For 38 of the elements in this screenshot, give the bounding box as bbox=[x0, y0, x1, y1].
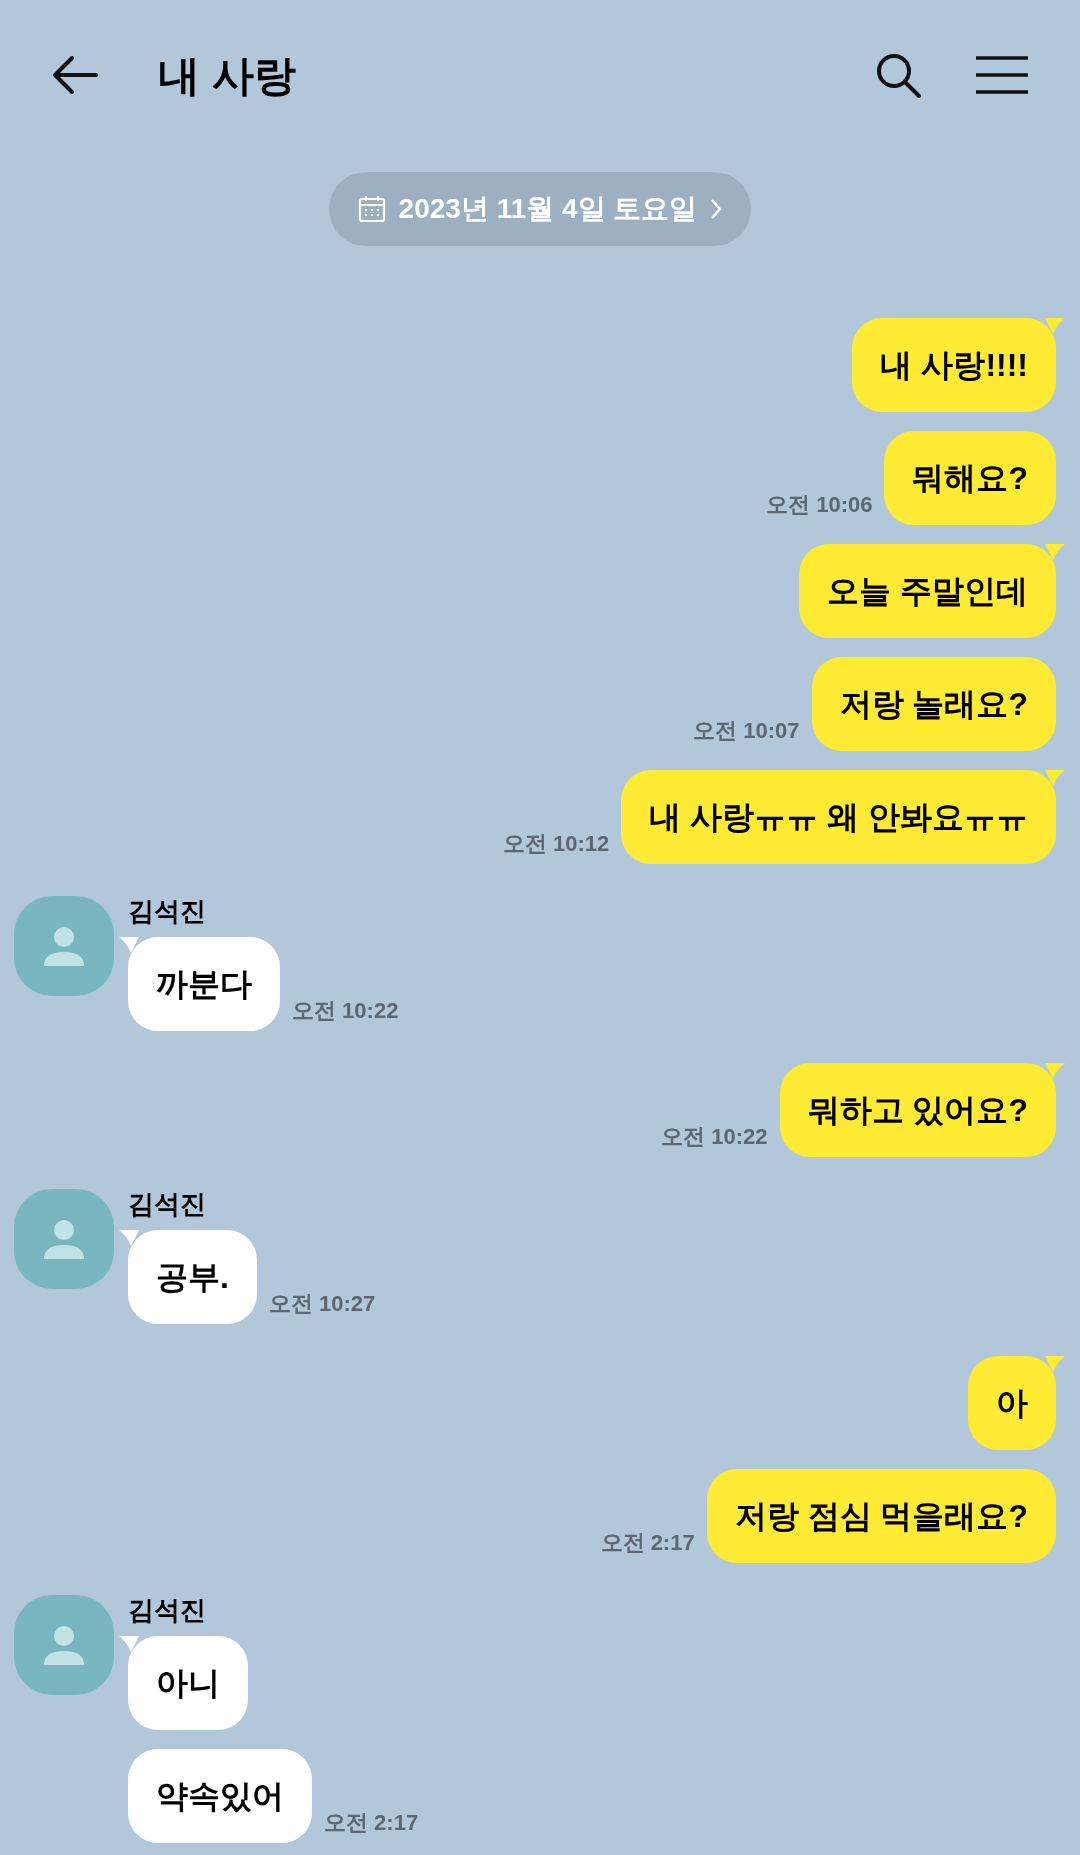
message-time: 오전 10:22 bbox=[661, 1123, 768, 1151]
message-bubble: 아 bbox=[968, 1356, 1056, 1450]
bubble-tail bbox=[119, 937, 139, 953]
bubble-tail bbox=[1045, 770, 1065, 786]
bubble-tail bbox=[119, 1230, 139, 1246]
chat-title: 내 사랑 bbox=[158, 50, 296, 101]
sender-name: 김석진 bbox=[128, 896, 207, 926]
message-bubble: 저랑 놀래요? bbox=[811, 657, 1056, 751]
message-time: 오전 10:07 bbox=[693, 717, 800, 745]
search-icon bbox=[874, 51, 922, 99]
message-bubble: 오늘 주말인데 bbox=[799, 544, 1056, 638]
bubble-tail bbox=[1045, 544, 1065, 560]
bubble-tail bbox=[1045, 318, 1065, 334]
message-time: 오전 10:12 bbox=[502, 830, 610, 858]
message-time: 오전 10:27 bbox=[268, 1290, 376, 1318]
message-bubble: 공부. bbox=[128, 1230, 257, 1324]
message-bubble: 아니 bbox=[128, 1636, 248, 1730]
sender-name: 김석진 bbox=[128, 1595, 207, 1625]
message-time: 오전 10:06 bbox=[766, 491, 873, 519]
bubble-tail bbox=[1045, 1063, 1065, 1079]
back-arrow-icon bbox=[52, 55, 98, 95]
chevron-right-icon bbox=[709, 198, 724, 220]
message-bubble: 뭐하고 있어요? bbox=[779, 1063, 1056, 1157]
message-time: 오전 2:17 bbox=[600, 1529, 695, 1557]
message-bubble: 까분다 bbox=[128, 937, 280, 1031]
sender-name: 김석진 bbox=[128, 1189, 207, 1219]
message-bubble: 약속있어 bbox=[128, 1749, 312, 1843]
menu-icon bbox=[975, 55, 1029, 95]
message-bubble: 저랑 점심 먹을래요? bbox=[706, 1469, 1056, 1563]
bubble-tail bbox=[119, 1636, 139, 1652]
message-bubble: 내 사랑ㅠㅠ 왜 안봐요ㅠㅠ bbox=[621, 770, 1056, 864]
message-time: 오전 10:22 bbox=[292, 997, 399, 1025]
message-time: 오전 2:17 bbox=[324, 1809, 419, 1837]
calendar-icon bbox=[356, 194, 387, 224]
message-bubble: 내 사랑!!!! bbox=[852, 318, 1056, 412]
bubble-tail bbox=[1045, 1356, 1065, 1372]
message-bubble: 뭐해요? bbox=[884, 431, 1056, 525]
date-pill[interactable]: 2023년 11월 4일 토요일 bbox=[328, 172, 752, 246]
